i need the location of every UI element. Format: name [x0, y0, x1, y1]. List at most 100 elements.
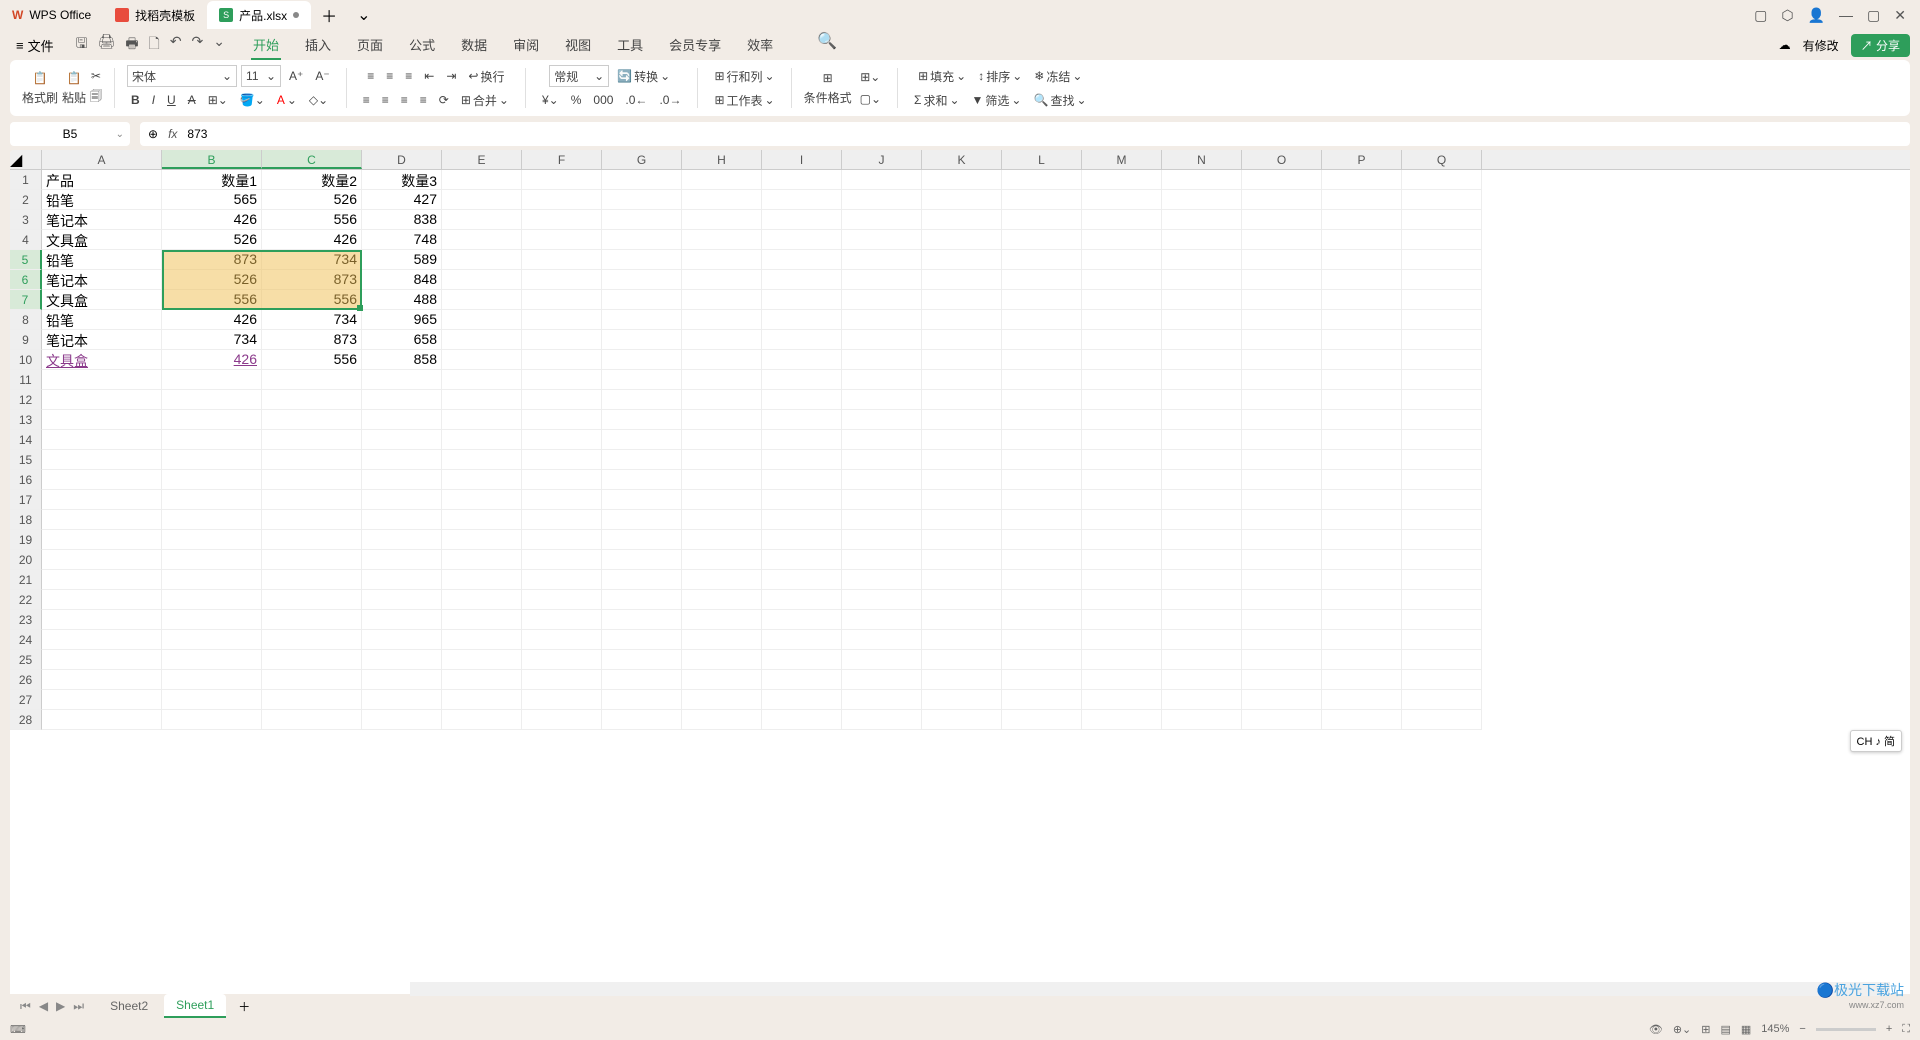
cell-D17[interactable] [362, 490, 442, 510]
copy-icon[interactable]: 🗐 [90, 87, 102, 108]
cell-D18[interactable] [362, 510, 442, 530]
cell-J8[interactable] [842, 310, 922, 330]
cell-E18[interactable] [442, 510, 522, 530]
font-name-select[interactable]: 宋体⌄ [127, 65, 237, 87]
freeze-button[interactable]: ❄冻结⌄ [1030, 66, 1086, 87]
cell-P16[interactable] [1322, 470, 1402, 490]
app-tab-home[interactable]: W WPS Office [0, 1, 103, 29]
cell-O6[interactable] [1242, 270, 1322, 290]
cell-N7[interactable] [1162, 290, 1242, 310]
cell-J18[interactable] [842, 510, 922, 530]
font-color-button[interactable]: A⌄ [273, 91, 301, 109]
cell-P24[interactable] [1322, 630, 1402, 650]
cell-O24[interactable] [1242, 630, 1322, 650]
cell-M26[interactable] [1082, 670, 1162, 690]
search-icon[interactable]: 🔍 [817, 31, 837, 60]
cell-D26[interactable] [362, 670, 442, 690]
cell-Q10[interactable] [1402, 350, 1482, 370]
cell-K28[interactable] [922, 710, 1002, 730]
cell-G22[interactable] [602, 590, 682, 610]
row-header-4[interactable]: 4 [10, 230, 42, 250]
cell-A1[interactable]: 产品 [42, 170, 162, 190]
cell-C17[interactable] [262, 490, 362, 510]
tab-insert[interactable]: 插入 [303, 31, 333, 60]
cell-I27[interactable] [762, 690, 842, 710]
col-header-A[interactable]: A [42, 150, 162, 169]
cell-I11[interactable] [762, 370, 842, 390]
cell-A24[interactable] [42, 630, 162, 650]
cell-Q9[interactable] [1402, 330, 1482, 350]
cell-P20[interactable] [1322, 550, 1402, 570]
cell-K14[interactable] [922, 430, 1002, 450]
cell-C14[interactable] [262, 430, 362, 450]
filter-button[interactable]: ▼筛选⌄ [968, 90, 1026, 111]
cell-N14[interactable] [1162, 430, 1242, 450]
cell-B14[interactable] [162, 430, 262, 450]
cell-L14[interactable] [1002, 430, 1082, 450]
cell-A13[interactable] [42, 410, 162, 430]
rowcol-button[interactable]: ⊞行和列⌄ [710, 66, 778, 87]
col-header-H[interactable]: H [682, 150, 762, 169]
border-button[interactable]: ⊞⌄ [204, 91, 232, 109]
align-center-button[interactable]: ≡ [378, 91, 393, 109]
cell-K10[interactable] [922, 350, 1002, 370]
cell-H6[interactable] [682, 270, 762, 290]
row-header-9[interactable]: 9 [10, 330, 42, 350]
cell-I23[interactable] [762, 610, 842, 630]
row-header-1[interactable]: 1 [10, 170, 42, 190]
cell-F19[interactable] [522, 530, 602, 550]
cell-D7[interactable]: 488 [362, 290, 442, 310]
cell-H26[interactable] [682, 670, 762, 690]
cell-F10[interactable] [522, 350, 602, 370]
cell-O11[interactable] [1242, 370, 1322, 390]
cell-O10[interactable] [1242, 350, 1322, 370]
cell-L12[interactable] [1002, 390, 1082, 410]
cell-D14[interactable] [362, 430, 442, 450]
col-header-K[interactable]: K [922, 150, 1002, 169]
cell-M27[interactable] [1082, 690, 1162, 710]
cell-A28[interactable] [42, 710, 162, 730]
cell-C10[interactable]: 556 [262, 350, 362, 370]
cell-B6[interactable]: 526 [162, 270, 262, 290]
cell-M14[interactable] [1082, 430, 1162, 450]
cell-F27[interactable] [522, 690, 602, 710]
cell-E2[interactable] [442, 190, 522, 210]
cell-I22[interactable] [762, 590, 842, 610]
cell-H20[interactable] [682, 550, 762, 570]
cell-P6[interactable] [1322, 270, 1402, 290]
convert-button[interactable]: 🔄转换⌄ [613, 66, 674, 87]
cell-L22[interactable] [1002, 590, 1082, 610]
cell-H17[interactable] [682, 490, 762, 510]
share-button[interactable]: ↗ 分享 [1851, 34, 1910, 57]
cell-A19[interactable] [42, 530, 162, 550]
cell-K6[interactable] [922, 270, 1002, 290]
cell-F23[interactable] [522, 610, 602, 630]
cell-J24[interactable] [842, 630, 922, 650]
cell-B2[interactable]: 565 [162, 190, 262, 210]
cell-P7[interactable] [1322, 290, 1402, 310]
cell-K17[interactable] [922, 490, 1002, 510]
file-menu-button[interactable]: ≡ 文件 [10, 34, 60, 57]
cell-E28[interactable] [442, 710, 522, 730]
cell-L2[interactable] [1002, 190, 1082, 210]
tab-efficiency[interactable]: 效率 [745, 31, 775, 60]
cell-A15[interactable] [42, 450, 162, 470]
cell-G3[interactable] [602, 210, 682, 230]
row-header-28[interactable]: 28 [10, 710, 42, 730]
cell-D5[interactable]: 589 [362, 250, 442, 270]
cell-K4[interactable] [922, 230, 1002, 250]
cell-N8[interactable] [1162, 310, 1242, 330]
cell-A21[interactable] [42, 570, 162, 590]
cell-A7[interactable]: 文具盒 [42, 290, 162, 310]
cell-J19[interactable] [842, 530, 922, 550]
cell-N11[interactable] [1162, 370, 1242, 390]
cell-O9[interactable] [1242, 330, 1322, 350]
cell-K1[interactable] [922, 170, 1002, 190]
cell-A9[interactable]: 笔记本 [42, 330, 162, 350]
col-header-D[interactable]: D [362, 150, 442, 169]
row-header-27[interactable]: 27 [10, 690, 42, 710]
cell-C18[interactable] [262, 510, 362, 530]
cell-Q27[interactable] [1402, 690, 1482, 710]
status-mode-icon[interactable]: ⌨ [10, 1023, 26, 1036]
cell-L28[interactable] [1002, 710, 1082, 730]
